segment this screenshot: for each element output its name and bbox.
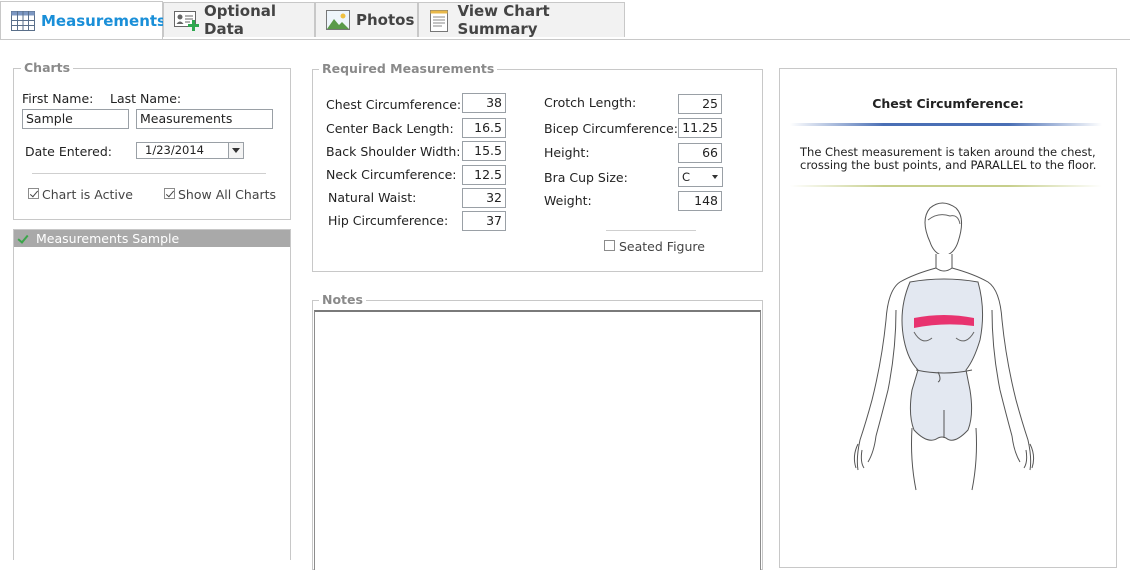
notes-legend: Notes xyxy=(319,292,366,307)
bra-cup-size-value: C xyxy=(682,170,691,184)
tab-photos[interactable]: Photos xyxy=(315,2,418,37)
back-shoulder-width-field[interactable]: 15.5 xyxy=(462,141,506,161)
divider xyxy=(790,123,1102,126)
seated-figure-checkbox[interactable] xyxy=(604,240,615,251)
dropdown-button[interactable] xyxy=(228,143,243,158)
chart-active-checkbox[interactable] xyxy=(28,188,39,199)
crotch-length-label: Crotch Length: xyxy=(544,95,637,110)
tab-label: Measurements xyxy=(41,11,166,30)
tab-measurements[interactable]: Measurements xyxy=(0,1,166,39)
tab-label: Photos xyxy=(356,11,415,29)
date-entered-picker[interactable]: 1/23/2014 xyxy=(136,142,244,159)
seated-figure-label: Seated Figure xyxy=(619,239,705,254)
list-item[interactable]: Measurements Sample xyxy=(14,230,290,247)
crotch-length-field[interactable]: 25 xyxy=(678,94,722,114)
neck-circumference-label: Neck Circumference: xyxy=(326,167,457,182)
grid-icon xyxy=(11,10,35,31)
image-icon xyxy=(326,10,350,30)
show-all-charts-checkbox[interactable] xyxy=(164,188,175,199)
divider xyxy=(32,173,266,174)
last-name-field[interactable]: Measurements xyxy=(136,109,273,129)
chevron-down-icon xyxy=(712,175,718,179)
tab-optional-data[interactable]: Optional Data xyxy=(163,2,315,38)
chart-active-label: Chart is Active xyxy=(42,187,133,202)
info-description: The Chest measurement is taken around th… xyxy=(800,145,1097,172)
bra-cup-size-select[interactable]: C xyxy=(678,167,723,187)
list-item-label: Measurements Sample xyxy=(36,231,180,246)
natural-waist-label: Natural Waist: xyxy=(328,190,417,205)
divider xyxy=(606,230,696,231)
info-title: Chest Circumference: xyxy=(872,96,1024,111)
chevron-down-icon xyxy=(232,148,240,153)
tab-label: Optional Data xyxy=(204,2,277,38)
tab-label: View Chart Summary xyxy=(457,2,550,38)
height-label: Height: xyxy=(544,145,590,160)
charts-legend: Charts xyxy=(21,60,74,75)
last-name-label: Last Name: xyxy=(110,91,182,106)
notes-textarea[interactable] xyxy=(314,310,761,570)
bra-cup-size-label: Bra Cup Size: xyxy=(544,170,628,185)
first-name-label: First Name: xyxy=(22,91,94,106)
check-icon xyxy=(17,232,29,244)
back-shoulder-width-label: Back Shoulder Width: xyxy=(326,144,461,159)
height-field[interactable]: 66 xyxy=(678,143,722,163)
date-value: 1/23/2014 xyxy=(145,143,204,157)
hip-circumference-label: Hip Circumference: xyxy=(328,213,449,228)
show-all-charts-label: Show All Charts xyxy=(178,187,277,202)
body-figure-illustration xyxy=(853,202,1035,491)
neck-circumference-field[interactable]: 12.5 xyxy=(462,165,506,185)
date-entered-label: Date Entered: xyxy=(25,144,112,159)
natural-waist-field[interactable]: 32 xyxy=(462,188,506,208)
tab-bar: Measurements Optional Data Photos View C… xyxy=(0,0,1130,40)
weight-field[interactable]: 148 xyxy=(678,191,722,211)
chest-circumference-field[interactable]: 38 xyxy=(462,93,506,113)
chart-list: Measurements Sample xyxy=(13,229,291,560)
weight-label: Weight: xyxy=(544,193,592,208)
bicep-circumference-label: Bicep Circumference: xyxy=(544,121,678,136)
divider xyxy=(790,185,1102,187)
bicep-circumference-field[interactable]: 11.25 xyxy=(678,118,722,138)
tab-view-chart-summary[interactable]: View Chart Summary xyxy=(418,2,625,38)
required-measurements-legend: Required Measurements xyxy=(319,61,498,76)
center-back-length-field[interactable]: 16.5 xyxy=(462,118,506,138)
first-name-field[interactable]: Sample xyxy=(22,109,129,129)
center-back-length-label: Center Back Length: xyxy=(326,121,454,136)
chest-circumference-label: Chest Circumference: xyxy=(326,97,462,112)
contact-card-icon xyxy=(174,10,199,31)
hip-circumference-field[interactable]: 37 xyxy=(462,211,506,231)
document-icon xyxy=(429,10,452,32)
